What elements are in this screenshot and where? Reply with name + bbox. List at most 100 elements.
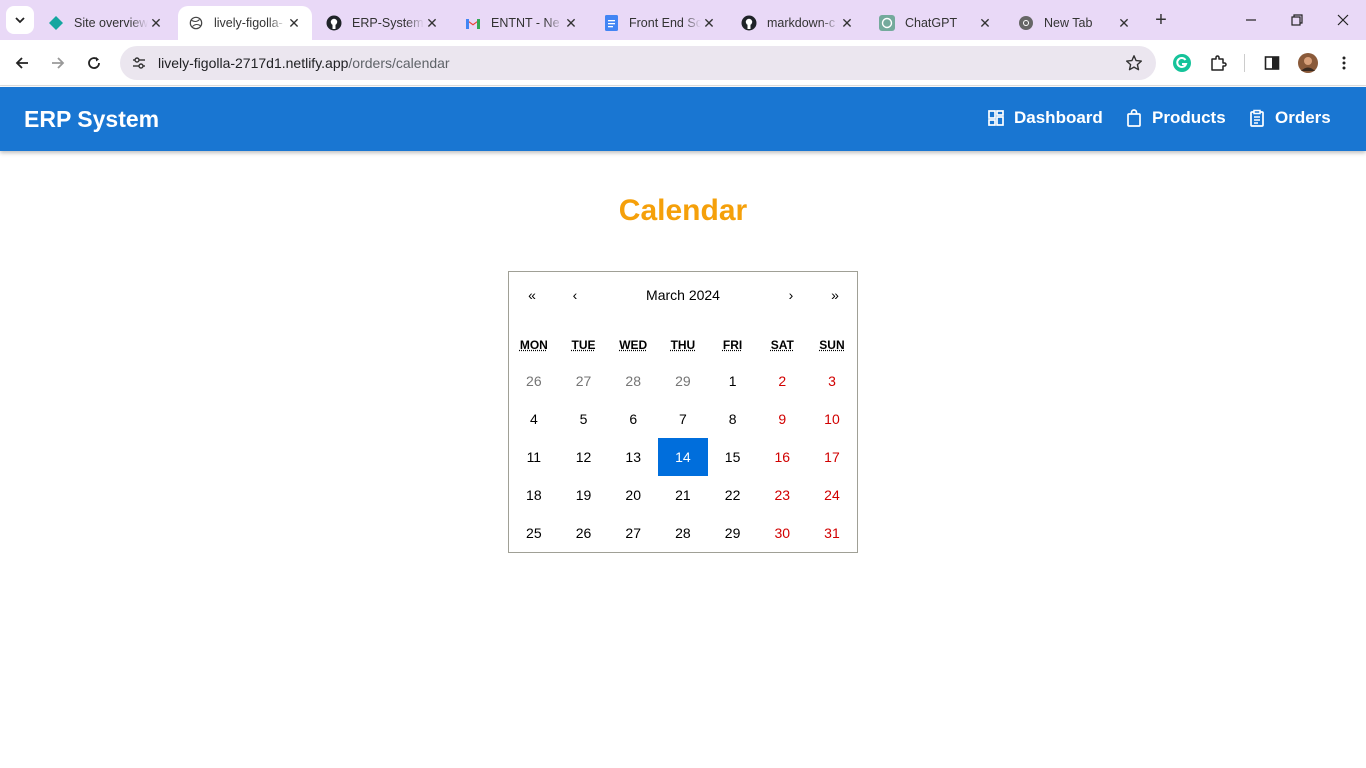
- calendar-day[interactable]: 18: [509, 476, 559, 514]
- chevron-down-icon: [15, 17, 25, 24]
- calendar-day[interactable]: 27: [608, 514, 658, 552]
- close-icon[interactable]: ✕: [839, 15, 855, 31]
- tab-title: ENTNT - Ne: [491, 16, 560, 30]
- restore-button[interactable]: [1274, 0, 1320, 40]
- forward-button[interactable]: [43, 48, 73, 78]
- github-icon: [326, 15, 342, 31]
- app-header: ERP System Dashboard Products Orders: [0, 87, 1366, 151]
- calendar-day[interactable]: 8: [708, 400, 758, 438]
- calendar-days-grid: 26 27 28 29 1 2 3 4 5 6 7 8 9 10 11 12 13 14 15 16 17 18 19 20 2…: [509, 362, 857, 552]
- tab-erp-system-github[interactable]: ERP-System/ ✕: [316, 6, 450, 40]
- calendar-day[interactable]: 15: [708, 438, 758, 476]
- reload-button[interactable]: [79, 48, 109, 78]
- close-icon[interactable]: ✕: [286, 15, 302, 31]
- new-tab-button[interactable]: +: [1150, 9, 1172, 31]
- extensions-puzzle-icon[interactable]: [1206, 51, 1230, 75]
- tab-front-end-docs[interactable]: Front End Sc ✕: [593, 6, 727, 40]
- reload-icon: [88, 57, 100, 69]
- tab-lively-figolla[interactable]: lively-figolla- ✕: [178, 6, 312, 40]
- calendar-day[interactable]: 28: [658, 514, 708, 552]
- nav-products[interactable]: Products: [1124, 108, 1226, 128]
- nav-dashboard[interactable]: Dashboard: [986, 108, 1103, 128]
- close-icon[interactable]: ✕: [977, 15, 993, 31]
- tab-gmail[interactable]: ENTNT - Ne ✕: [455, 6, 589, 40]
- calendar-day-today[interactable]: 14: [658, 438, 708, 476]
- calendar-day[interactable]: 16: [757, 438, 807, 476]
- calendar-day[interactable]: 23: [757, 476, 807, 514]
- profile-avatar[interactable]: [1296, 51, 1320, 75]
- calendar-day[interactable]: 28: [608, 362, 658, 400]
- close-icon[interactable]: ✕: [148, 15, 164, 31]
- url-text[interactable]: lively-figolla-2717d1.netlify.app/orders…: [158, 55, 450, 71]
- url-path: /orders/calendar: [348, 55, 450, 71]
- weekday-label: TUE: [571, 338, 596, 352]
- address-bar[interactable]: lively-figolla-2717d1.netlify.app/orders…: [120, 46, 1156, 80]
- calendar-day[interactable]: 20: [608, 476, 658, 514]
- arrow-left-icon: [15, 57, 28, 69]
- tab-markdown-github[interactable]: markdown-c ✕: [731, 6, 865, 40]
- restore-icon: [1291, 14, 1303, 26]
- browser-menu-icon[interactable]: [1332, 51, 1356, 75]
- calendar-day[interactable]: 29: [708, 514, 758, 552]
- tab-chatgpt[interactable]: ChatGPT ✕: [869, 6, 1003, 40]
- next-month-button[interactable]: ›: [776, 282, 806, 308]
- close-icon[interactable]: ✕: [563, 15, 579, 31]
- bookmark-star-icon[interactable]: [1124, 53, 1144, 73]
- calendar-day[interactable]: 4: [509, 400, 559, 438]
- clipboard-icon: [1247, 108, 1267, 128]
- month-label[interactable]: March 2024: [569, 282, 797, 308]
- brand-title[interactable]: ERP System: [24, 106, 159, 133]
- calendar-day[interactable]: 10: [807, 400, 857, 438]
- close-window-button[interactable]: [1320, 0, 1366, 40]
- nav-orders[interactable]: Orders: [1247, 108, 1331, 128]
- nav-dashboard-label: Dashboard: [1014, 108, 1103, 127]
- grammarly-extension-icon[interactable]: [1170, 51, 1194, 75]
- close-icon[interactable]: ✕: [701, 15, 717, 31]
- calendar-day[interactable]: 12: [559, 438, 609, 476]
- calendar-day[interactable]: 21: [658, 476, 708, 514]
- minimize-button[interactable]: [1228, 0, 1274, 40]
- gmail-icon: [465, 15, 481, 31]
- calendar-day[interactable]: 13: [608, 438, 658, 476]
- calendar-day[interactable]: 17: [807, 438, 857, 476]
- github-icon: [741, 15, 757, 31]
- calendar-day[interactable]: 26: [509, 362, 559, 400]
- calendar-day[interactable]: 26: [559, 514, 609, 552]
- calendar-day[interactable]: 30: [757, 514, 807, 552]
- calendar-day[interactable]: 2: [757, 362, 807, 400]
- calendar-day[interactable]: 3: [807, 362, 857, 400]
- calendar-day[interactable]: 9: [757, 400, 807, 438]
- close-icon[interactable]: ✕: [424, 15, 440, 31]
- arrow-right-icon: [52, 57, 65, 69]
- calendar-day[interactable]: 31: [807, 514, 857, 552]
- calendar-day[interactable]: 1: [708, 362, 758, 400]
- calendar-day[interactable]: 22: [708, 476, 758, 514]
- calendar-day[interactable]: 19: [559, 476, 609, 514]
- docs-icon: [603, 15, 619, 31]
- tab-site-overview[interactable]: Site overview ✕: [38, 6, 174, 40]
- calendar-day[interactable]: 5: [559, 400, 609, 438]
- nav-products-label: Products: [1152, 108, 1226, 127]
- tab-search-button[interactable]: [6, 6, 34, 34]
- calendar-day[interactable]: 29: [658, 362, 708, 400]
- url-host: lively-figolla-2717d1.netlify.app: [158, 55, 349, 71]
- back-button[interactable]: [7, 48, 37, 78]
- next-year-button[interactable]: »: [820, 282, 850, 308]
- weekday-label: SUN: [819, 338, 845, 352]
- close-icon[interactable]: ✕: [1116, 15, 1132, 31]
- side-panel-icon[interactable]: [1260, 51, 1284, 75]
- tab-title: Site overview: [74, 16, 148, 30]
- calendar-day[interactable]: 7: [658, 400, 708, 438]
- calendar-day[interactable]: 11: [509, 438, 559, 476]
- calendar-day[interactable]: 24: [807, 476, 857, 514]
- site-settings-icon[interactable]: [124, 48, 154, 78]
- tab-title: markdown-c: [767, 16, 836, 30]
- calendar-day[interactable]: 25: [509, 514, 559, 552]
- weekday-label: FRI: [722, 338, 743, 352]
- calendar-day[interactable]: 6: [608, 400, 658, 438]
- tab-new-tab[interactable]: New Tab ✕: [1008, 6, 1142, 40]
- weekday-label: MON: [519, 338, 548, 352]
- weekday-label: WED: [619, 338, 648, 352]
- calendar-day[interactable]: 27: [559, 362, 609, 400]
- prev-year-button[interactable]: «: [517, 282, 547, 308]
